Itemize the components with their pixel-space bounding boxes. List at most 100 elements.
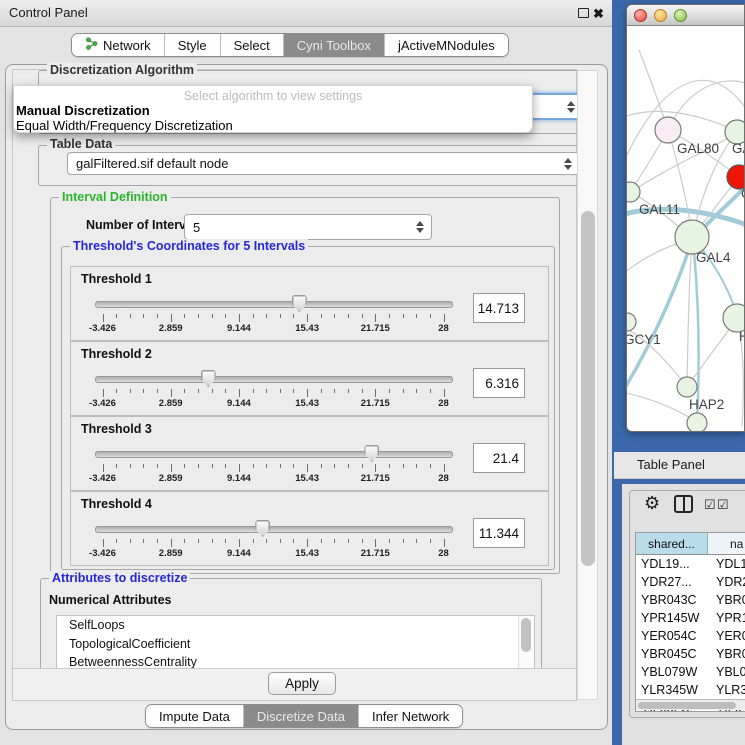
tick-label: 21.715 xyxy=(361,398,390,409)
table-row[interactable]: YBR045CYBR0 xyxy=(636,645,745,663)
checkbox-icon[interactable]: ☑ xyxy=(717,497,729,512)
slider-thumb[interactable] xyxy=(201,370,216,387)
table-cell: YLR3 xyxy=(708,681,745,699)
table-row[interactable]: YDL19...YDL1 xyxy=(636,555,745,573)
threshold-label: Threshold 4 xyxy=(81,497,152,511)
table-panel-titlebar[interactable]: Table Panel xyxy=(614,452,745,479)
slider-track[interactable] xyxy=(95,301,453,308)
network-node-hap2[interactable] xyxy=(677,377,697,397)
tab-label: Cyni Toolbox xyxy=(297,38,371,53)
slider-track[interactable] xyxy=(95,526,453,533)
tab-select[interactable]: Select xyxy=(220,34,283,56)
tick-mark xyxy=(280,464,281,468)
slider-track[interactable] xyxy=(95,376,453,383)
network-node-gal4[interactable] xyxy=(675,220,709,254)
gear-icon[interactable]: ⚙ xyxy=(644,493,660,513)
table-hscrollbar[interactable] xyxy=(636,699,745,710)
tick-mark xyxy=(157,539,158,543)
tick-mark xyxy=(280,539,281,543)
threshold-label: Threshold 1 xyxy=(81,272,152,286)
network-window-titlebar[interactable] xyxy=(627,5,745,26)
close-traffic-light-icon[interactable] xyxy=(634,9,647,22)
threshold-value-field[interactable]: 14.713 xyxy=(473,293,525,323)
algorithm-option[interactable]: Manual Discretization xyxy=(14,103,532,118)
tick-mark xyxy=(334,314,335,318)
number-of-intervals-combobox[interactable]: 5 xyxy=(184,214,432,240)
main-scrollbar-thumb[interactable] xyxy=(581,211,595,566)
slider-thumb[interactable] xyxy=(255,520,270,537)
table-row[interactable]: YPR145WYPR1 xyxy=(636,609,745,627)
threshold-value-field[interactable]: 21.4 xyxy=(473,443,525,473)
tab-style[interactable]: Style xyxy=(164,34,220,56)
threshold-value-field[interactable]: 11.344 xyxy=(473,518,525,548)
table-row[interactable]: YDR27...YDR2 xyxy=(636,573,745,591)
algorithm-option[interactable]: Equal Width/Frequency Discretization xyxy=(14,118,532,133)
table-hscrollbar-thumb[interactable] xyxy=(638,702,736,709)
network-node-gcy1[interactable] xyxy=(627,313,636,331)
control-panel-title: Control Panel xyxy=(9,0,88,26)
node-label: C xyxy=(741,186,745,201)
close-icon[interactable]: ✖ xyxy=(593,5,604,22)
table-row[interactable]: YER054CYER0 xyxy=(636,627,745,645)
tab-infer-network[interactable]: Infer Network xyxy=(358,705,462,727)
table-data-combobox[interactable]: galFiltered.sif default node xyxy=(67,152,580,175)
tab-jactivemnodules[interactable]: jActiveMNodules xyxy=(384,34,508,56)
table-row[interactable]: YLR345WYLR3 xyxy=(636,681,745,699)
tick-label: 9.144 xyxy=(227,323,251,334)
tick-mark xyxy=(212,389,213,393)
column-header[interactable]: shared... xyxy=(636,533,708,554)
table-row[interactable]: YBL079WYBL0 xyxy=(636,663,745,681)
tick-mark xyxy=(375,464,376,472)
node-attribute-table[interactable]: shared...na YDL19...YDL1YDR27...YDR2YBR0… xyxy=(635,532,745,712)
attributes-group: Attributes to discretize Numerical Attri… xyxy=(40,578,542,673)
main-scrollbar[interactable] xyxy=(577,70,598,700)
network-canvas[interactable]: GAL80GACGAL11GAL4GCY1HHAP2 xyxy=(627,26,745,432)
tick-mark xyxy=(375,539,376,547)
numerical-attributes-list[interactable]: SelfLoopsTopologicalCoefficientBetweenne… xyxy=(56,615,535,670)
control-panel-titlebar[interactable]: Control Panel ✖ xyxy=(0,0,612,27)
node-label: H xyxy=(739,329,745,344)
checkbox-icon[interactable]: ☑ xyxy=(704,497,716,512)
slider-thumb[interactable] xyxy=(292,295,307,312)
table-row[interactable]: YBR043CYBR0 xyxy=(636,591,745,609)
minimize-traffic-light-icon[interactable] xyxy=(654,9,667,22)
attributes-scrollbar[interactable] xyxy=(518,616,534,669)
network-node-gal11[interactable] xyxy=(627,182,640,202)
combo-arrows-icon xyxy=(564,158,572,170)
tab-discretize-data[interactable]: Discretize Data xyxy=(243,705,358,727)
tab-cyni-toolbox[interactable]: Cyni Toolbox xyxy=(283,34,384,56)
list-item[interactable]: TopologicalCoefficient xyxy=(57,635,534,654)
slider-track[interactable] xyxy=(95,451,453,458)
tick-mark xyxy=(225,314,226,318)
zoom-traffic-light-icon[interactable] xyxy=(674,9,687,22)
table-cell: YER0 xyxy=(708,627,745,645)
network-node-gal80[interactable] xyxy=(655,117,681,143)
threshold-value-field[interactable]: 6.316 xyxy=(473,368,525,398)
float-icon[interactable] xyxy=(578,8,589,18)
tick-label: 15.43 xyxy=(295,323,319,334)
column-header[interactable]: na xyxy=(708,533,745,554)
table-header[interactable]: shared...na xyxy=(636,533,745,555)
tab-label: jActiveMNodules xyxy=(398,38,495,53)
list-item[interactable]: SelfLoops xyxy=(57,616,534,635)
apply-button[interactable]: Apply xyxy=(268,672,336,695)
split-table-icon[interactable] xyxy=(674,495,693,513)
table-panel-title: Table Panel xyxy=(637,452,705,478)
attributes-scrollbar-thumb[interactable] xyxy=(521,618,531,652)
tick-mark xyxy=(293,539,294,543)
table-body: YDL19...YDL1YDR27...YDR2YBR043CYBR0YPR14… xyxy=(636,555,745,712)
tick-mark xyxy=(266,539,267,543)
tick-label: 2.859 xyxy=(159,548,183,559)
tick-mark xyxy=(184,539,185,543)
tick-label: 9.144 xyxy=(227,398,251,409)
tab-network[interactable]: Network xyxy=(72,34,164,56)
tab-impute-data[interactable]: Impute Data xyxy=(146,705,243,727)
tick-mark xyxy=(266,464,267,468)
tick-mark xyxy=(103,464,104,472)
slider-thumb[interactable] xyxy=(364,445,379,462)
tick-label: 28 xyxy=(438,323,449,334)
tick-mark xyxy=(362,539,363,543)
network-node[interactable] xyxy=(687,413,707,432)
network-node-h[interactable] xyxy=(723,304,745,332)
tick-mark xyxy=(198,389,199,393)
